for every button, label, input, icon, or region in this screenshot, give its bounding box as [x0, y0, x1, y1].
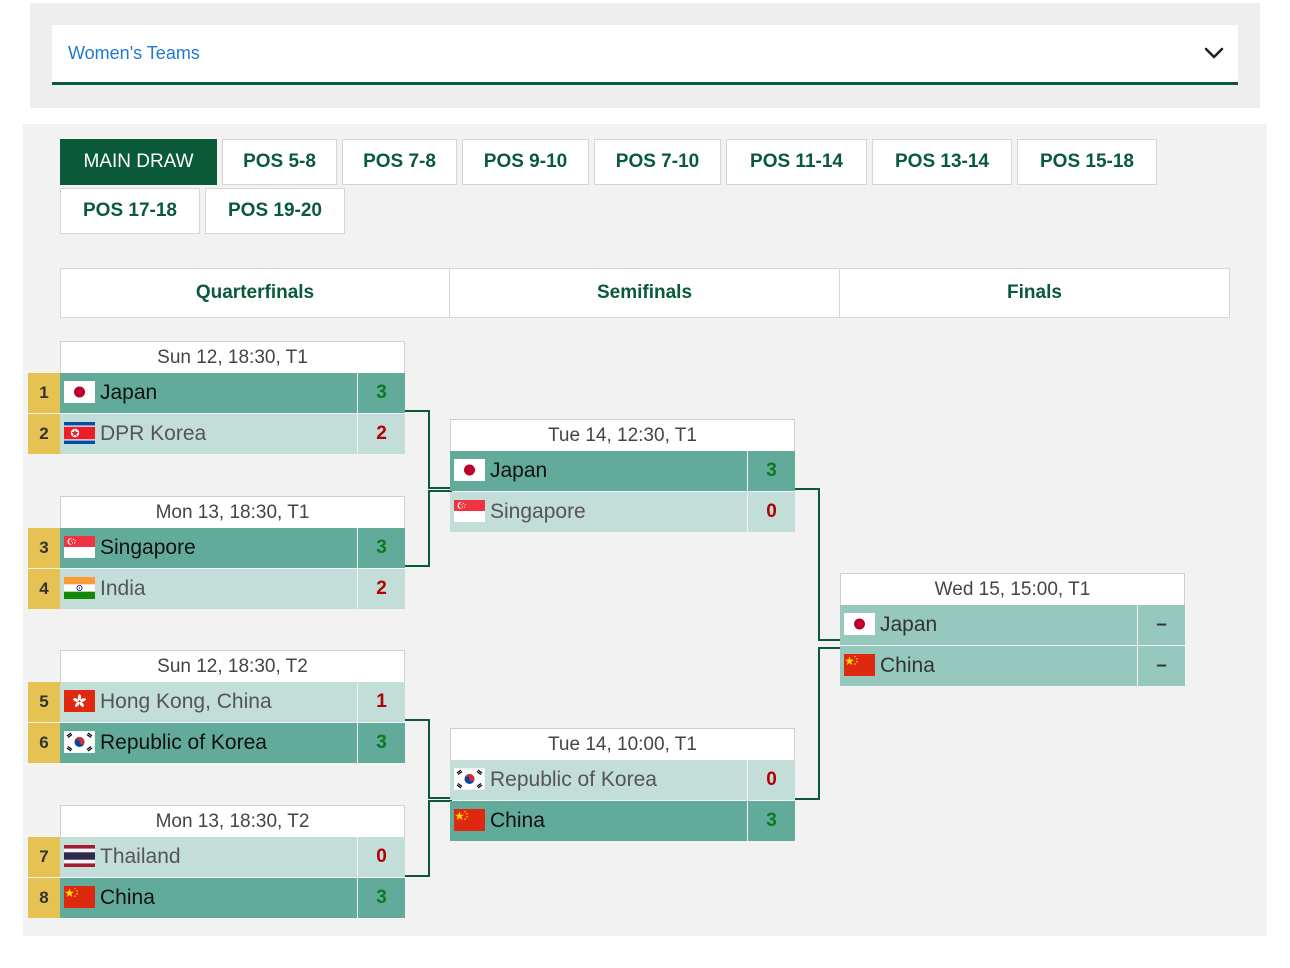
seed-badge: 6 [28, 723, 60, 763]
round-header-finals: Finals [839, 268, 1230, 318]
team-name: Hong Kong, China [100, 690, 272, 713]
match-semifinal-1[interactable]: Tue 14, 12:30, T1 Japan 3 Singapore 0 [450, 419, 795, 533]
team-score: – [1138, 605, 1185, 645]
tab-pos-9-10[interactable]: POS 9-10 [462, 139, 589, 185]
tab-pos-17-18[interactable]: POS 17-18 [60, 188, 200, 234]
category-select[interactable]: Women's Teams [52, 25, 1238, 85]
team-row[interactable]: Singapore 0 [450, 492, 795, 532]
match-final[interactable]: Wed 15, 15:00, T1 Japan – China – [840, 573, 1185, 687]
tab-pos-11-14[interactable]: POS 11-14 [726, 139, 867, 185]
category-panel: Women's Teams [30, 3, 1260, 108]
team-row[interactable]: 5 Hong Kong, China 1 [28, 682, 405, 722]
team-score: 0 [748, 492, 795, 532]
team-name: Japan [100, 381, 158, 404]
match-semifinal-2[interactable]: Tue 14, 10:00, T1 Republic of Korea 0 Ch… [450, 728, 795, 842]
match-time: Tue 14, 12:30, T1 [450, 419, 795, 451]
team-row[interactable]: Japan – [840, 605, 1185, 645]
match-time: Wed 15, 15:00, T1 [840, 573, 1185, 605]
tab-pos-13-14[interactable]: POS 13-14 [872, 139, 1012, 185]
japan-flag-icon [64, 381, 95, 403]
round-header-quarterfinals: Quarterfinals [60, 268, 450, 318]
singapore-flag-icon [454, 500, 485, 522]
team-row[interactable]: 6 Republic of Korea 3 [28, 723, 405, 763]
korea-flag-icon [454, 768, 485, 790]
team-row[interactable]: 7 Thailand 0 [28, 837, 405, 877]
tab-pos-15-18[interactable]: POS 15-18 [1017, 139, 1157, 185]
team-row[interactable]: 3 Singapore 3 [28, 528, 405, 568]
team-score: 0 [748, 760, 795, 800]
team-row[interactable]: 8 China 3 [28, 878, 405, 918]
team-row[interactable]: 4 India 2 [28, 569, 405, 609]
tab-main-draw[interactable]: MAIN DRAW [60, 139, 217, 185]
team-name: Singapore [490, 500, 586, 523]
team-row[interactable]: Japan 3 [450, 451, 795, 491]
team-score: 0 [358, 837, 405, 877]
team-score: 3 [358, 723, 405, 763]
china-flag-icon [844, 654, 875, 676]
team-name: India [100, 577, 146, 600]
team-row[interactable]: 1 Japan 3 [28, 373, 405, 413]
seed-badge: 3 [28, 528, 60, 568]
team-name: Singapore [100, 536, 196, 559]
seed-badge: 8 [28, 878, 60, 918]
match-time: Sun 12, 18:30, T1 [60, 341, 405, 373]
category-select-label: Women's Teams [68, 43, 200, 63]
team-score: 1 [358, 682, 405, 722]
china-flag-icon [454, 809, 485, 831]
seed-badge: 1 [28, 373, 60, 413]
team-name: DPR Korea [100, 422, 207, 445]
thailand-flag-icon [64, 845, 95, 867]
seed-badge: 7 [28, 837, 60, 877]
india-flag-icon [64, 577, 95, 599]
tab-pos-7-8[interactable]: POS 7-8 [342, 139, 457, 185]
team-score: 2 [358, 569, 405, 609]
tab-pos-19-20[interactable]: POS 19-20 [205, 188, 345, 234]
match-time: Mon 13, 18:30, T1 [60, 496, 405, 528]
singapore-flag-icon [64, 536, 95, 558]
dpr-korea-flag-icon [64, 422, 95, 444]
team-row[interactable]: Republic of Korea 0 [450, 760, 795, 800]
team-name: China [490, 809, 545, 832]
match-time: Mon 13, 18:30, T2 [60, 805, 405, 837]
match-quarterfinal-1[interactable]: Sun 12, 18:30, T1 1 Japan 3 2 DPR Korea … [28, 341, 405, 455]
team-row[interactable]: China 3 [450, 801, 795, 841]
team-name: Japan [490, 459, 548, 482]
round-header-semifinals: Semifinals [449, 268, 840, 318]
team-score: 3 [358, 528, 405, 568]
hong-kong-flag-icon [64, 690, 95, 712]
team-name: Republic of Korea [490, 768, 657, 791]
seed-badge: 4 [28, 569, 60, 609]
team-score: 3 [358, 373, 405, 413]
match-quarterfinal-2[interactable]: Mon 13, 18:30, T1 3 Singapore 3 4 India … [28, 496, 405, 610]
china-flag-icon [64, 886, 95, 908]
team-name: Japan [880, 613, 938, 636]
japan-flag-icon [844, 613, 875, 635]
seed-badge: 2 [28, 414, 60, 454]
team-name: China [100, 886, 155, 909]
match-time: Sun 12, 18:30, T2 [60, 650, 405, 682]
tab-pos-5-8[interactable]: POS 5-8 [222, 139, 337, 185]
japan-flag-icon [454, 459, 485, 481]
tab-pos-7-10[interactable]: POS 7-10 [594, 139, 721, 185]
team-score: 2 [358, 414, 405, 454]
team-score: 3 [748, 451, 795, 491]
team-score: 3 [358, 878, 405, 918]
team-name: Republic of Korea [100, 731, 267, 754]
match-quarterfinal-3[interactable]: Sun 12, 18:30, T2 5 Hong Kong, China 1 6… [28, 650, 405, 764]
team-score: 3 [748, 801, 795, 841]
seed-badge: 5 [28, 682, 60, 722]
team-score: – [1138, 646, 1185, 686]
match-time: Tue 14, 10:00, T1 [450, 728, 795, 760]
match-quarterfinal-4[interactable]: Mon 13, 18:30, T2 7 Thailand 0 8 China 3 [28, 805, 405, 919]
team-name: Thailand [100, 845, 181, 868]
korea-flag-icon [64, 731, 95, 753]
chevron-down-icon[interactable] [1204, 46, 1224, 60]
team-row[interactable]: China – [840, 646, 1185, 686]
team-name: China [880, 654, 935, 677]
team-row[interactable]: 2 DPR Korea 2 [28, 414, 405, 454]
